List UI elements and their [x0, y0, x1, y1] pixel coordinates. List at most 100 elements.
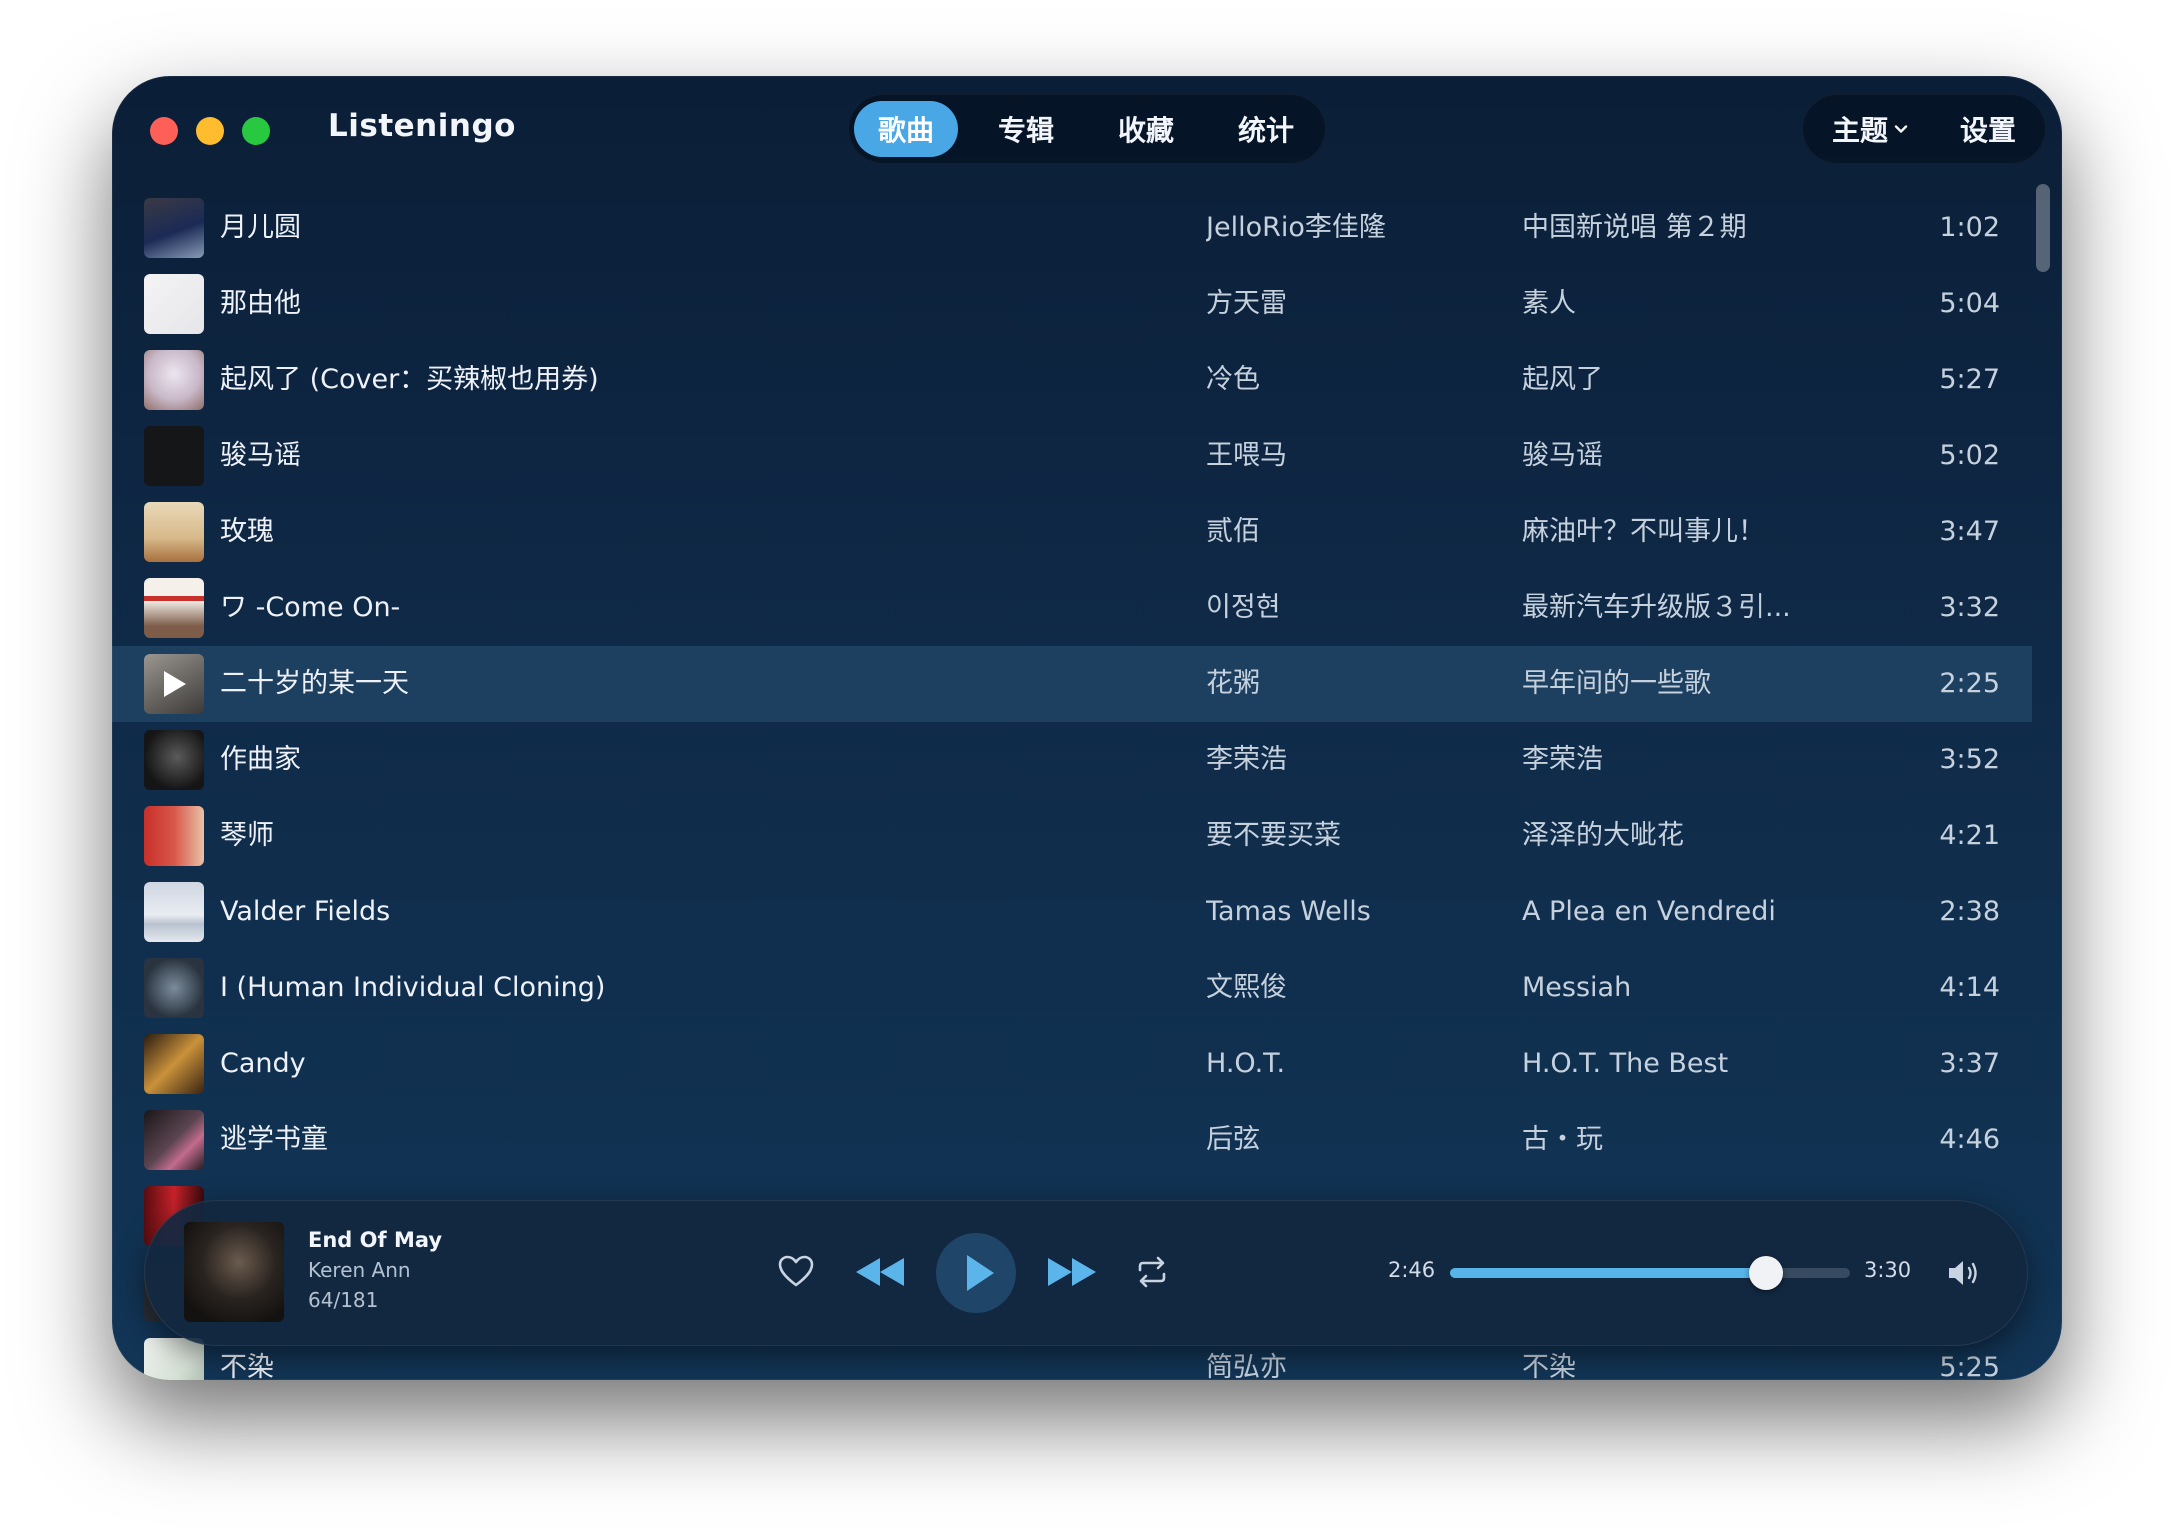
chevron-down-icon: [1894, 125, 1908, 133]
song-artist: 后弦: [1206, 1124, 1260, 1155]
song-artist: Tamas Wells: [1206, 896, 1371, 927]
song-title: 骏马谣: [220, 440, 301, 471]
song-title: 玫瑰: [220, 516, 274, 547]
song-duration: 4:14: [1939, 972, 2000, 1003]
song-artist: 王喂马: [1206, 440, 1287, 471]
song-row[interactable]: 骏马谣 王喂马 骏马谣 5:02: [112, 418, 2032, 494]
album-cover: [144, 1110, 204, 1170]
song-artist: 贰佰: [1206, 516, 1260, 547]
song-row[interactable]: I (Human Individual Cloning) 文熙俊 Messiah…: [112, 950, 2032, 1026]
now-playing-title: End Of May: [308, 1228, 443, 1252]
album-cover: [144, 654, 204, 714]
song-title: Valder Fields: [220, 896, 391, 927]
tab-bar: 歌曲 专辑 收藏 统计: [848, 94, 1326, 164]
now-playing-index: 64/181: [308, 1288, 379, 1312]
tab-stats[interactable]: 统计: [1214, 101, 1318, 157]
song-duration: 5:04: [1939, 288, 2000, 319]
song-title: 琴师: [220, 820, 274, 851]
album-cover: [144, 426, 204, 486]
tab-favorites[interactable]: 收藏: [1094, 101, 1198, 157]
play-icon: [967, 1255, 994, 1291]
song-title: 月儿圆: [220, 212, 301, 243]
volume-icon[interactable]: [1944, 1254, 1984, 1292]
song-row[interactable]: 起风了 (Cover：买辣椒也用券) 冷色 起风了 5:27: [112, 342, 2032, 418]
play-icon[interactable]: [164, 671, 186, 697]
song-duration: 3:47: [1939, 516, 2000, 547]
song-artist: 要不要买菜: [1206, 820, 1341, 851]
song-duration: 5:27: [1939, 364, 2000, 395]
song-row[interactable]: Valder Fields Tamas Wells A Plea en Vend…: [112, 874, 2032, 950]
song-album: Messiah: [1522, 972, 1632, 1003]
song-artist: 李荣浩: [1206, 744, 1287, 775]
album-cover: [144, 1034, 204, 1094]
rewind-icon[interactable]: [852, 1252, 908, 1292]
song-album: 泽泽的大呲花: [1522, 820, 1684, 851]
elapsed-time: 2:46: [1388, 1258, 1436, 1282]
song-artist: 이정현: [1206, 592, 1281, 623]
now-playing-cover: [184, 1222, 284, 1322]
album-cover: [144, 806, 204, 866]
tab-albums[interactable]: 专辑: [974, 101, 1078, 157]
song-album: 最新汽车升级版３引...: [1522, 592, 1791, 623]
song-album: 素人: [1522, 288, 1576, 319]
song-title: Candy: [220, 1048, 306, 1079]
album-cover: [144, 882, 204, 942]
song-album: H.O.T. The Best: [1522, 1048, 1729, 1079]
heart-icon[interactable]: [776, 1252, 816, 1292]
song-duration: 2:25: [1939, 668, 2000, 699]
song-duration: 2:38: [1939, 896, 2000, 927]
song-album: 古・玩: [1522, 1124, 1603, 1155]
song-row[interactable]: Candy H.O.T. H.O.T. The Best 3:37: [112, 1026, 2032, 1102]
app-title: Listeningo: [328, 108, 516, 144]
song-artist: 冷色: [1206, 364, 1260, 395]
song-title: 逃学书童: [220, 1124, 328, 1155]
close-window-button[interactable]: [150, 117, 178, 145]
album-cover: [144, 1338, 204, 1380]
song-title: 二十岁的某一天: [220, 668, 409, 699]
now-playing-artist: Keren Ann: [308, 1258, 411, 1282]
song-title: 作曲家: [220, 744, 301, 775]
song-artist: 花粥: [1206, 668, 1260, 699]
theme-button[interactable]: 主题: [1832, 94, 1908, 164]
maximize-window-button[interactable]: [242, 117, 270, 145]
song-artist: H.O.T.: [1206, 1048, 1286, 1079]
scrollbar-thumb[interactable]: [2036, 184, 2050, 272]
song-title: I (Human Individual Cloning): [220, 972, 606, 1003]
album-cover: [144, 730, 204, 790]
tab-songs[interactable]: 歌曲: [854, 101, 958, 157]
song-album: 起风了: [1522, 364, 1603, 395]
progress-knob[interactable]: [1749, 1256, 1783, 1290]
song-row[interactable]: 二十岁的某一天 花粥 早年间的一些歌 2:25: [112, 646, 2032, 722]
song-artist: 方天雷: [1206, 288, 1287, 319]
song-row[interactable]: 月儿圆 JelloRio李佳隆 中国新说唱 第２期 1:02: [112, 190, 2032, 266]
song-row[interactable]: ワ -Come On- 이정현 最新汽车升级版３引... 3:32: [112, 570, 2032, 646]
song-title: 那由他: [220, 288, 301, 319]
song-duration: 3:32: [1939, 592, 2000, 623]
song-duration: 5:02: [1939, 440, 2000, 471]
app-window: Listeningo 歌曲 专辑 收藏 统计 主题 设置 月儿圆 JelloRi…: [112, 76, 2062, 1380]
album-cover: [144, 350, 204, 410]
song-row[interactable]: 那由他 方天雷 素人 5:04: [112, 266, 2032, 342]
progress-fill: [1450, 1268, 1766, 1278]
repeat-icon[interactable]: [1132, 1252, 1172, 1292]
album-cover: [144, 274, 204, 334]
song-artist: JelloRio李佳隆: [1206, 212, 1386, 243]
progress-slider[interactable]: [1450, 1256, 1850, 1290]
song-row[interactable]: 作曲家 李荣浩 李荣浩 3:52: [112, 722, 2032, 798]
minimize-window-button[interactable]: [196, 117, 224, 145]
settings-button[interactable]: 设置: [1960, 94, 2016, 164]
header-controls: 主题 设置: [1802, 94, 2046, 164]
total-duration: 3:30: [1864, 1258, 1912, 1282]
song-artist: 文熙俊: [1206, 972, 1287, 1003]
song-row[interactable]: 玫瑰 贰佰 麻油叶？不叫事儿！ 3:47: [112, 494, 2032, 570]
song-duration: 3:37: [1939, 1048, 2000, 1079]
scrollbar[interactable]: [2036, 184, 2050, 1224]
song-album: 李荣浩: [1522, 744, 1603, 775]
play-button[interactable]: [936, 1233, 1016, 1313]
song-duration: 4:21: [1939, 820, 2000, 851]
song-row[interactable]: 琴师 要不要买菜 泽泽的大呲花 4:21: [112, 798, 2032, 874]
song-duration: 4:46: [1939, 1124, 2000, 1155]
fast-forward-icon[interactable]: [1044, 1252, 1100, 1292]
song-row[interactable]: 逃学书童 后弦 古・玩 4:46: [112, 1102, 2032, 1178]
song-album: 麻油叶？不叫事儿！: [1522, 516, 1765, 547]
